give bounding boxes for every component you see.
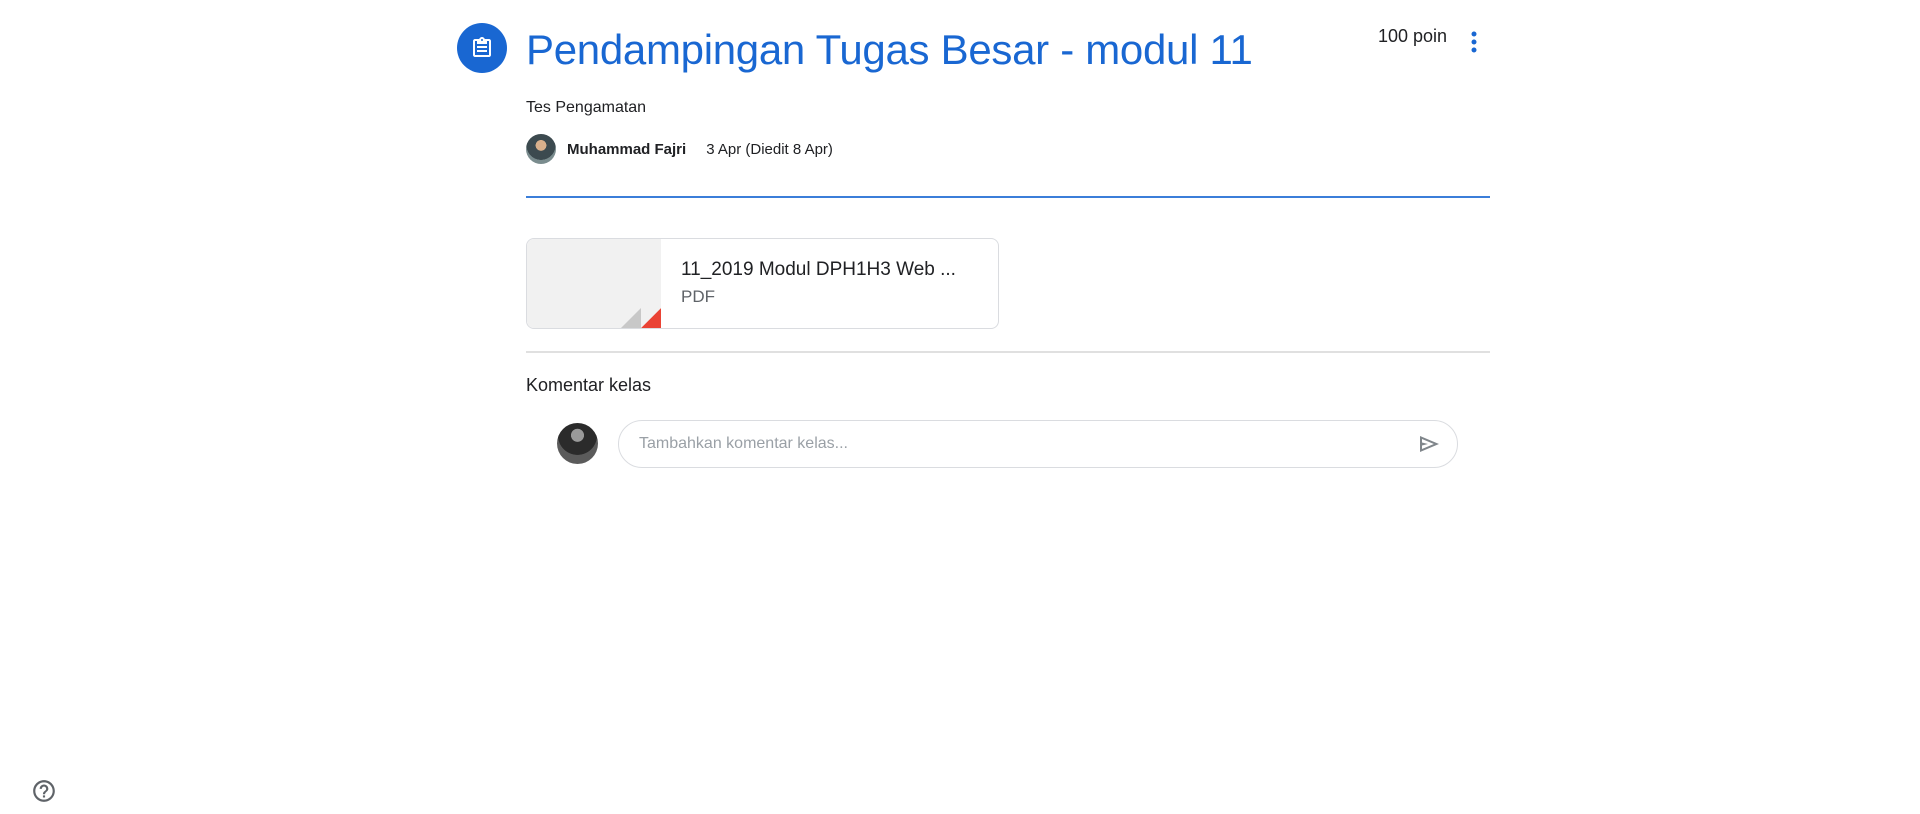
clipboard-glyph (473, 37, 491, 57)
assignment-clipboard-icon (457, 23, 507, 73)
attachment-info: 11_2019 Modul DPH1H3 Web ... PDF (661, 239, 998, 328)
author-row: Muhammad Fajri 3 Apr (Diedit 8 Apr) (526, 134, 833, 164)
class-comments-heading: Komentar kelas (526, 375, 652, 395)
header-divider (526, 196, 1490, 198)
user-avatar (557, 423, 598, 464)
section-divider (526, 351, 1490, 353)
more-options-button[interactable] (1460, 22, 1488, 62)
assignment-page: Pendampingan Tugas Besar - modul 11 100 … (0, 0, 1920, 814)
send-icon (1420, 436, 1439, 452)
help-circle-icon (33, 780, 55, 802)
more-vertical-icon (1471, 31, 1477, 53)
pdf-file-icon (527, 239, 661, 328)
attachment-card[interactable]: 11_2019 Modul DPH1H3 Web ... PDF (526, 238, 999, 329)
attachment-name: 11_2019 Modul DPH1H3 Web ... (681, 259, 956, 280)
author-name: Muhammad Fajri (567, 140, 687, 158)
class-comment-input[interactable] (618, 420, 1458, 468)
assignment-description: Tes Pengamatan (526, 99, 647, 116)
assignment-title: Pendampingan Tugas Besar - modul 11 (526, 26, 1253, 73)
page-fold-icon (621, 308, 661, 328)
points-label: 100 poin (1378, 26, 1448, 46)
help-button[interactable] (30, 777, 58, 805)
attachment-type: PDF (681, 287, 715, 306)
author-avatar (526, 134, 556, 164)
post-date: 3 Apr (Diedit 8 Apr) (706, 140, 833, 158)
send-comment-button[interactable] (1415, 430, 1443, 458)
